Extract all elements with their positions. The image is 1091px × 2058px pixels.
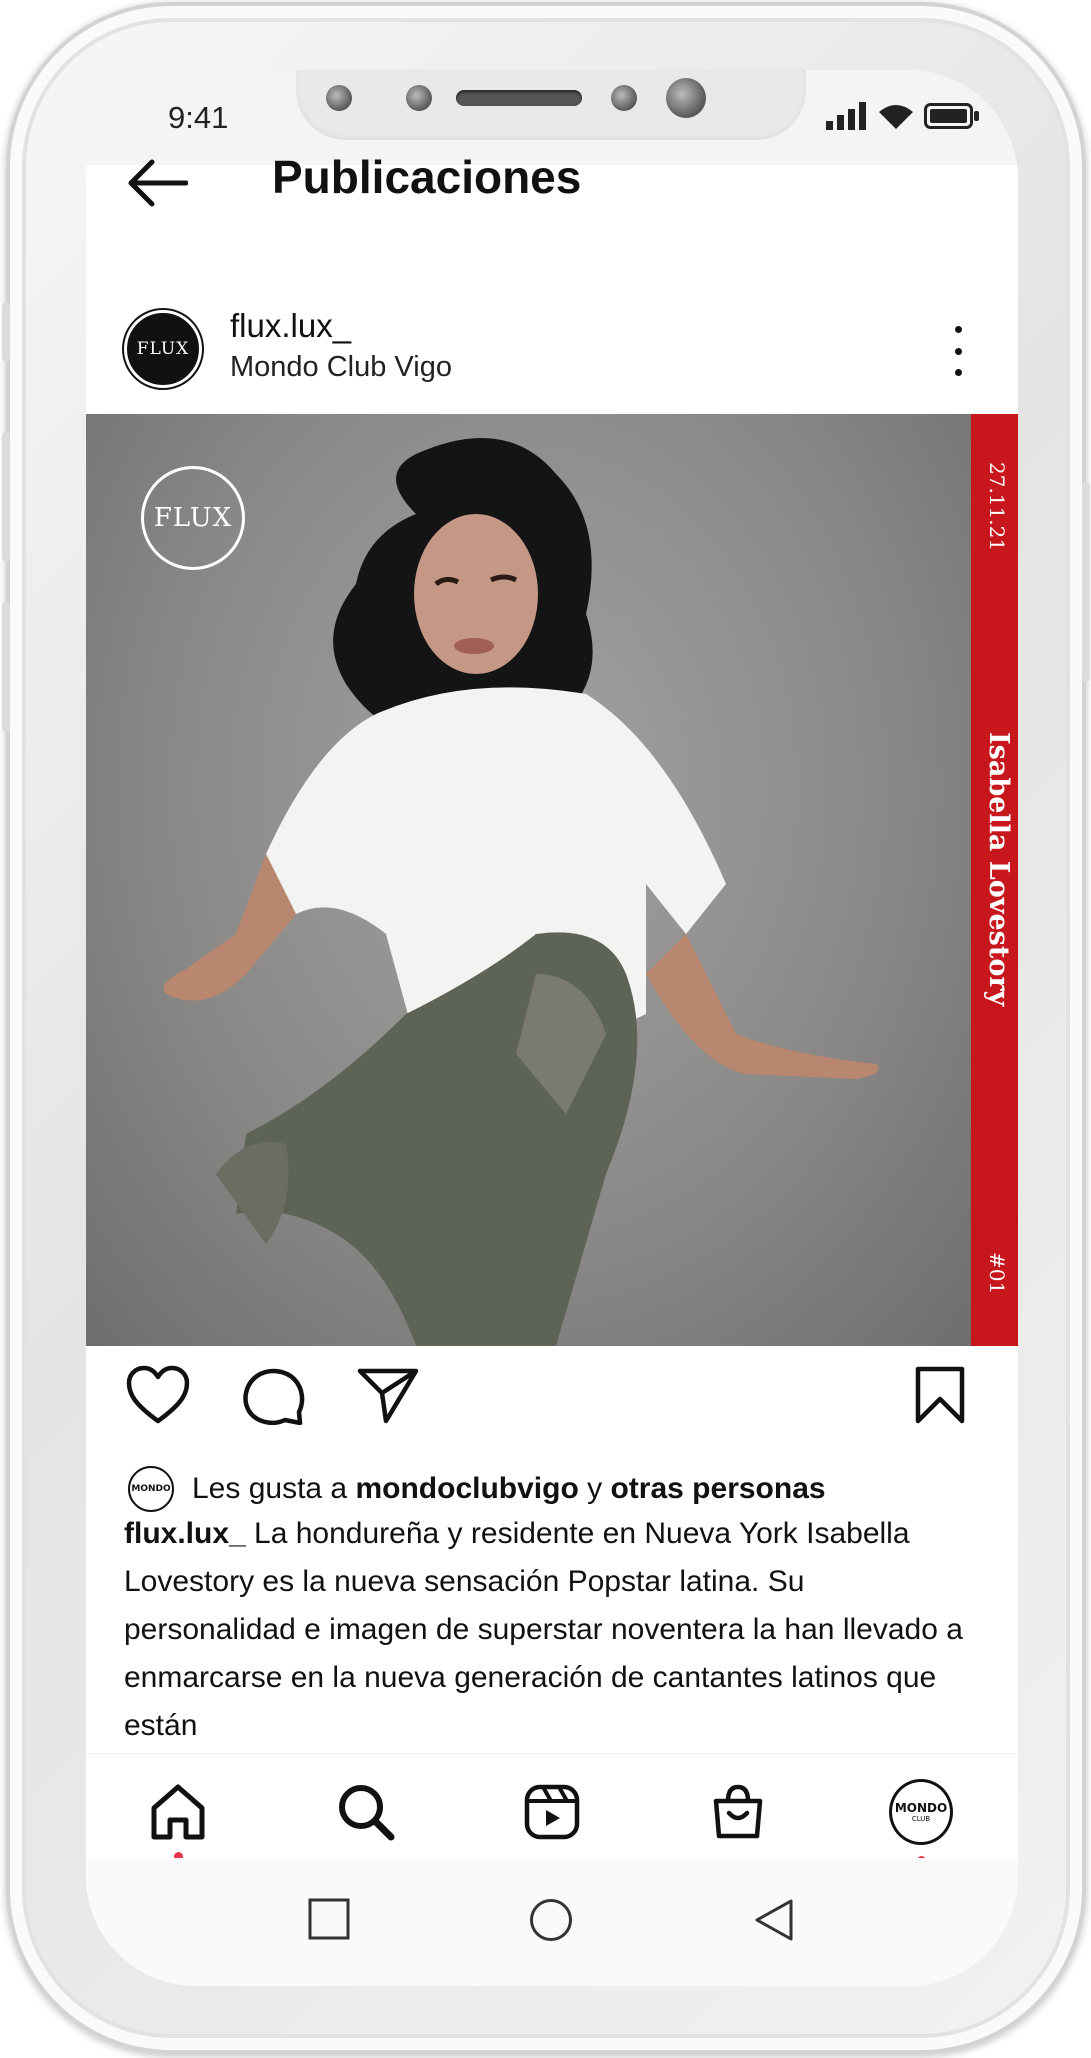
more-dot-icon (954, 369, 962, 376)
sensor-icon (611, 85, 637, 111)
battery-icon (924, 103, 979, 129)
volume-button (2, 302, 10, 362)
likes-others[interactable]: otras personas (610, 1472, 825, 1505)
notch (296, 70, 806, 140)
comment-button[interactable] (242, 1365, 306, 1429)
volume-up-button (2, 432, 10, 562)
likes-text: Les gusta a mondoclubvigo y otras person… (192, 1472, 826, 1506)
home-icon (151, 1784, 205, 1840)
profile-avatar-subtext: CLUB (911, 1815, 931, 1823)
send-icon (357, 1368, 419, 1424)
recents-button[interactable] (308, 1898, 350, 1944)
heart-icon (126, 1365, 190, 1424)
wifi-icon (879, 105, 913, 129)
caption-username[interactable]: flux.lux_ (124, 1517, 246, 1550)
bookmark-icon (915, 1366, 965, 1424)
profile-avatar-text: MONDO (894, 1801, 948, 1815)
likes-prefix: Les gusta a (192, 1472, 348, 1505)
shop-icon (713, 1784, 763, 1839)
profile-avatar: MONDO CLUB (889, 1779, 953, 1845)
strip-date: 27.11.21 (985, 462, 1009, 552)
nav-reels[interactable] (520, 1780, 584, 1844)
nav-search[interactable] (334, 1780, 398, 1844)
comment-icon (243, 1368, 305, 1426)
nav-home[interactable] (146, 1780, 210, 1844)
circle-icon (530, 1899, 572, 1941)
share-button[interactable] (356, 1365, 420, 1429)
likes-user[interactable]: mondoclubvigo (355, 1472, 578, 1505)
avatar-logo-text: FLUX (136, 339, 190, 359)
nav-profile[interactable]: MONDO CLUB (889, 1779, 953, 1845)
like-button[interactable] (126, 1365, 190, 1429)
post-caption: flux.lux_ La hondureña y residente en Nu… (124, 1510, 974, 1750)
post-username[interactable]: flux.lux_ (230, 307, 351, 345)
status-icons (826, 102, 980, 130)
likes-joiner: y (587, 1472, 603, 1505)
phone-frame: 9:41 Publicaciones FLUX flux.lux_ Mondo … (2, 2, 1090, 2054)
search-icon (339, 1785, 395, 1841)
caption-text: La hondureña y residente en Nueva York I… (124, 1517, 963, 1742)
bottom-navigation: MONDO CLUB (86, 1753, 1018, 1865)
system-navigation-bar (86, 1858, 1018, 1986)
flux-logo-text: FLUX (153, 503, 233, 533)
sensor-icon (326, 85, 352, 111)
nav-shop[interactable] (706, 1780, 770, 1844)
sensor-icon (406, 85, 432, 111)
back-system-button[interactable] (754, 1898, 794, 1946)
likes-summary[interactable]: MONDO Les gusta a mondoclubvigo y otras … (128, 1466, 826, 1512)
back-button[interactable] (126, 158, 189, 208)
screen: 9:41 Publicaciones FLUX flux.lux_ Mondo … (86, 70, 1018, 1986)
more-dot-icon (954, 347, 962, 355)
arrow-left-icon (128, 159, 189, 207)
post-actions (86, 1365, 1018, 1435)
post-location[interactable]: Mondo Club Vigo (230, 351, 452, 384)
liker-avatar-text: MONDO (131, 1484, 171, 1494)
strip-name: Isabella Lovestory (983, 732, 1014, 1007)
flux-logo-badge: FLUX (141, 466, 245, 570)
front-camera-icon (666, 78, 706, 118)
speaker-grille (456, 90, 582, 106)
reels-icon (524, 1784, 580, 1840)
status-time: 9:41 (168, 100, 229, 135)
post-author-avatar[interactable]: FLUX (124, 310, 202, 388)
power-button (1082, 482, 1090, 682)
save-button[interactable] (912, 1365, 976, 1429)
volume-down-button (2, 602, 10, 732)
red-side-strip: 27.11.21 Isabella Lovestory #01 (971, 414, 1018, 1346)
more-dot-icon (954, 326, 962, 333)
strip-number: #01 (985, 1252, 1009, 1295)
triangle-back-icon (755, 1899, 793, 1941)
signal-icon (826, 102, 866, 130)
liker-avatar: MONDO (128, 1466, 174, 1512)
square-icon (308, 1898, 350, 1940)
post-image[interactable]: FLUX 27.11.21 Isabella Lovestory #01 (86, 414, 1018, 1346)
home-system-button[interactable] (529, 1898, 573, 1946)
page-title: Publicaciones (272, 151, 582, 203)
more-options-button[interactable] (948, 326, 968, 376)
